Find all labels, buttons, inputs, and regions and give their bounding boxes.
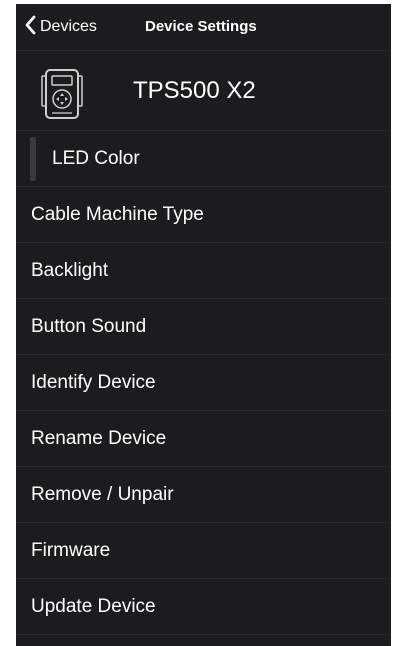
settings-list: LED Color Cable Machine Type Backlight B…: [16, 131, 391, 635]
navigation-bar: Devices Device Settings: [16, 4, 391, 51]
settings-item-label: LED Color: [52, 148, 140, 169]
settings-item-button-sound[interactable]: Button Sound: [16, 299, 391, 355]
settings-item-led-color[interactable]: LED Color: [16, 131, 391, 187]
device-header: TPS500 X2: [16, 51, 391, 131]
settings-item-label: Update Device: [31, 596, 156, 617]
settings-item-label: Button Sound: [31, 316, 147, 337]
settings-item-label: Backlight: [31, 260, 109, 281]
device-name: TPS500 X2: [133, 77, 256, 104]
selection-indicator: [30, 137, 36, 181]
settings-item-rename-device[interactable]: Rename Device: [16, 411, 391, 467]
settings-item-label: Firmware: [31, 540, 111, 561]
settings-item-remove-unpair[interactable]: Remove / Unpair: [16, 467, 391, 523]
settings-item-firmware[interactable]: Firmware: [16, 523, 391, 579]
back-button-label: Devices: [40, 18, 97, 35]
page-title: Device Settings: [145, 18, 257, 35]
chevron-left-icon: [24, 15, 36, 40]
settings-item-cable-machine-type[interactable]: Cable Machine Type: [16, 187, 391, 243]
settings-item-identify-device[interactable]: Identify Device: [16, 355, 391, 411]
settings-item-update-device[interactable]: Update Device: [16, 579, 391, 635]
settings-item-label: Rename Device: [31, 428, 167, 449]
settings-item-label: Remove / Unpair: [31, 484, 174, 505]
settings-item-label: Cable Machine Type: [31, 204, 204, 225]
remote-control-device-icon: [40, 67, 84, 121]
settings-item-label: Identify Device: [31, 372, 156, 393]
device-settings-screen: Devices Device Settings TPS500 X2 LED Co…: [16, 4, 391, 646]
back-button[interactable]: Devices: [24, 4, 97, 50]
settings-item-backlight[interactable]: Backlight: [16, 243, 391, 299]
